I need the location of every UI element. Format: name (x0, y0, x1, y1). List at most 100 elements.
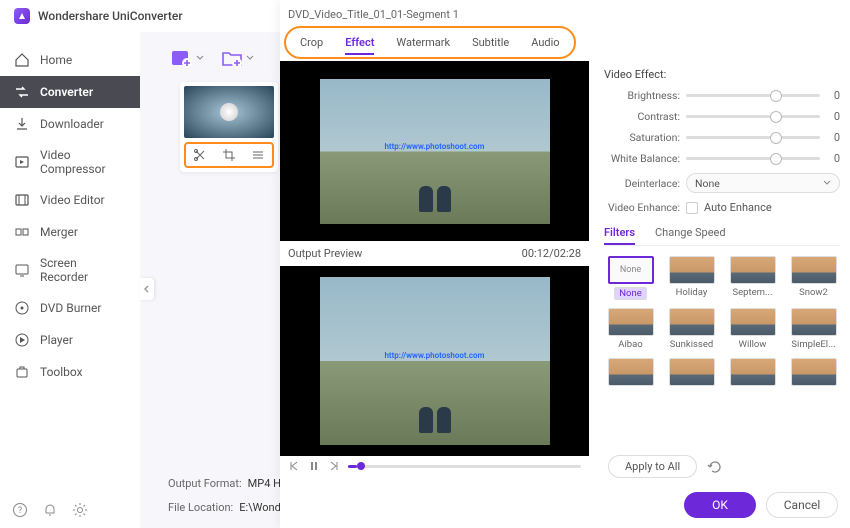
next-frame-icon[interactable] (328, 460, 340, 472)
filter-thumb (791, 308, 837, 336)
saturation-label: Saturation: (604, 131, 680, 144)
filter-aibao[interactable]: Aibao (604, 308, 657, 350)
filter-blank[interactable] (604, 358, 657, 389)
filter-thumb (791, 358, 837, 386)
filter-blank[interactable] (787, 358, 840, 389)
ok-button[interactable]: OK (684, 492, 756, 518)
tab-audio[interactable]: Audio (531, 36, 559, 55)
nav-label: Player (40, 333, 73, 347)
filter-label: Snow2 (799, 287, 828, 298)
filter-blank[interactable] (665, 358, 718, 389)
app-logo (14, 8, 30, 24)
output-preview: http://www.photoshoot.com (280, 266, 589, 456)
deinterlace-select[interactable]: None (686, 173, 840, 193)
filter-none[interactable]: NoneNone (604, 256, 657, 300)
output-format-label: Output Format: (168, 472, 242, 496)
filter-thumb (669, 308, 715, 336)
filter-label: Sunkissed (670, 339, 713, 350)
tab-effect[interactable]: Effect (345, 36, 374, 55)
filter-thumb (791, 256, 837, 284)
brightness-slider[interactable] (686, 94, 820, 97)
tab-subtitle[interactable]: Subtitle (472, 36, 509, 55)
video-enhance-label: Video Enhance: (604, 201, 680, 214)
filter-thumb (669, 256, 715, 284)
sub-tab-speed[interactable]: Change Speed (655, 222, 726, 245)
filter-thumb (730, 358, 776, 386)
nav-label: Converter (40, 85, 93, 99)
effect-icon[interactable] (251, 148, 265, 162)
saturation-value: 0 (826, 131, 840, 144)
contrast-slider[interactable] (686, 115, 820, 118)
filter-thumb (608, 308, 654, 336)
white-balance-slider[interactable] (686, 157, 820, 160)
filter-thumb (730, 308, 776, 336)
sidebar-collapse[interactable] (140, 278, 154, 300)
apply-to-all-button[interactable]: Apply to All (608, 455, 697, 478)
help-icon[interactable]: ? (12, 502, 28, 518)
sub-tab-filters[interactable]: Filters (604, 222, 635, 245)
source-preview: http://www.photoshoot.com (280, 61, 589, 241)
saturation-slider[interactable] (686, 136, 820, 139)
clip-thumbnail[interactable] (180, 82, 278, 172)
nav-home[interactable]: Home (0, 44, 140, 76)
filter-willow[interactable]: Willow (726, 308, 779, 350)
file-location-label: File Location: (168, 496, 233, 520)
cancel-button[interactable]: Cancel (766, 492, 838, 518)
contrast-label: Contrast: (604, 110, 680, 123)
pause-icon[interactable] (308, 460, 320, 472)
nav-dvd[interactable]: DVD Burner (0, 292, 140, 324)
add-file-button[interactable] (168, 46, 196, 70)
output-preview-label: Output Preview (288, 247, 362, 260)
nav-label: Home (40, 53, 72, 67)
nav-label: Screen Recorder (40, 256, 126, 284)
tab-crop[interactable]: Crop (300, 36, 323, 55)
tab-watermark[interactable]: Watermark (396, 36, 450, 55)
nav-merger[interactable]: Merger (0, 216, 140, 248)
deinterlace-label: Deinterlace: (604, 177, 680, 190)
video-effect-title: Video Effect: (604, 68, 840, 81)
nav-label: DVD Burner (40, 301, 101, 315)
filter-label: Septem... (732, 287, 772, 298)
svg-text:?: ? (18, 506, 22, 516)
brightness-value: 0 (826, 89, 840, 102)
white-balance-label: White Balance: (604, 152, 680, 165)
filter-simpleel...[interactable]: SimpleEl... (787, 308, 840, 350)
filter-holiday[interactable]: Holiday (665, 256, 718, 300)
reset-icon[interactable] (707, 459, 723, 475)
watermark-text: http://www.photoshoot.com (384, 351, 484, 360)
editor-title: DVD_Video_Title_01_01-Segment 1 (288, 8, 459, 21)
prev-frame-icon[interactable] (288, 460, 300, 472)
app-name: Wondershare UniConverter (38, 9, 183, 23)
filter-blank[interactable] (726, 358, 779, 389)
filter-label: Aibao (618, 339, 642, 350)
brightness-label: Brightness: (604, 89, 680, 102)
filter-label: Willow (739, 339, 767, 350)
sidebar: Home Converter Downloader Video Compress… (0, 32, 140, 528)
nav-label: Downloader (40, 117, 104, 131)
nav-label: Video Editor (40, 193, 105, 207)
filter-thumb: None (608, 256, 654, 284)
nav-compressor[interactable]: Video Compressor (0, 140, 140, 184)
filter-sunkissed[interactable]: Sunkissed (665, 308, 718, 350)
progress-slider[interactable] (348, 465, 581, 468)
auto-enhance-label: Auto Enhance (704, 201, 772, 214)
white-balance-value: 0 (826, 152, 840, 165)
auto-enhance-checkbox[interactable] (686, 202, 698, 214)
filter-septem...[interactable]: Septem... (726, 256, 779, 300)
bell-icon[interactable] (42, 502, 58, 518)
editor-panel: DVD_Video_Title_01_01-Segment 1 Crop Eff… (280, 0, 850, 528)
crop-icon[interactable] (222, 148, 236, 162)
nav-recorder[interactable]: Screen Recorder (0, 248, 140, 292)
add-folder-button[interactable] (218, 46, 246, 70)
nav-toolbox[interactable]: Toolbox (0, 356, 140, 388)
nav-converter[interactable]: Converter (0, 76, 140, 108)
nav-player[interactable]: Player (0, 324, 140, 356)
time-display: 00:12/02:28 (522, 247, 581, 260)
nav-downloader[interactable]: Downloader (0, 108, 140, 140)
editor-tabs: Crop Effect Watermark Subtitle Audio (284, 26, 576, 59)
nav-editor[interactable]: Video Editor (0, 184, 140, 216)
settings-icon[interactable] (72, 502, 88, 518)
filter-thumb (730, 256, 776, 284)
trim-icon[interactable] (193, 148, 207, 162)
filter-snow2[interactable]: Snow2 (787, 256, 840, 300)
